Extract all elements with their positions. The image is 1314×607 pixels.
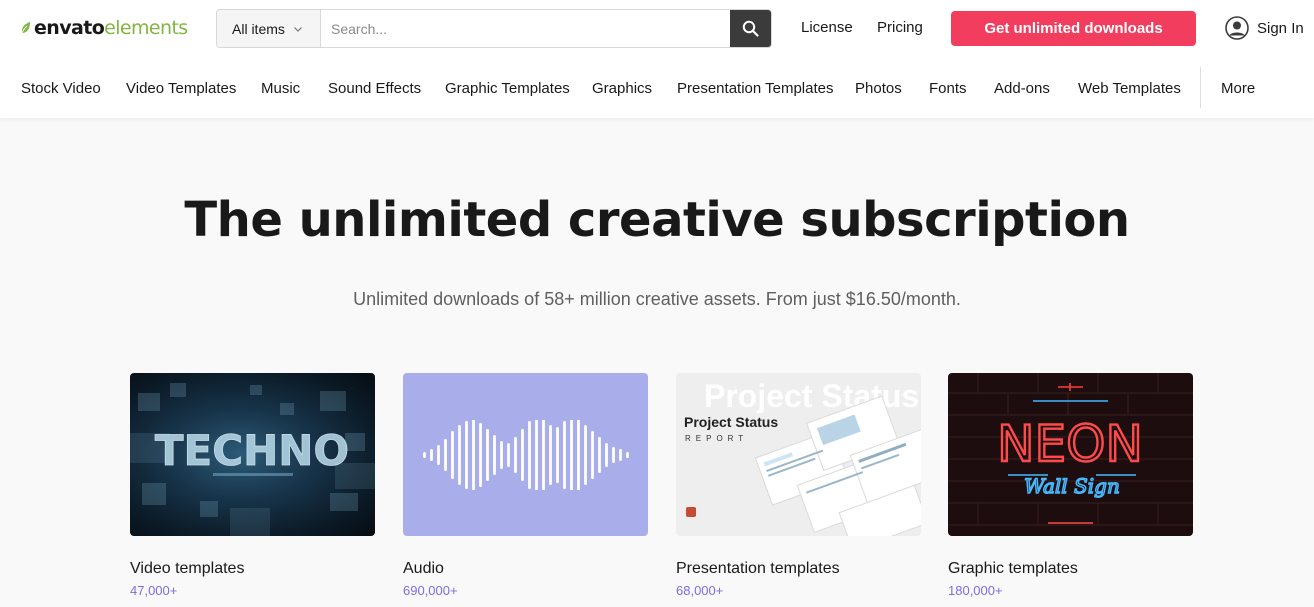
- waveform-bar: [443, 438, 447, 471]
- waveform-bar: [471, 419, 475, 490]
- search-icon: [742, 20, 759, 37]
- waveform-bar: [506, 442, 510, 467]
- logo-text-bold: envato: [34, 17, 105, 39]
- category-card-presentation-templates[interactable]: Project Status Project Status REPORT Pre…: [676, 373, 921, 598]
- waveform-bar: [569, 419, 573, 490]
- waveform-bar: [576, 419, 580, 490]
- video-templates-thumbnail: TECHNO: [130, 373, 375, 536]
- envato-elements-logo[interactable]: envatoelements: [20, 16, 188, 40]
- waveform-bar: [450, 430, 454, 479]
- card-title: Video templates: [130, 560, 245, 577]
- search-bar: All items: [216, 9, 772, 48]
- site-header: envatoelements All items License Pricing…: [0, 0, 1314, 118]
- waveform-bar: [457, 424, 461, 485]
- user-icon: [1225, 16, 1249, 40]
- waveform-bar: [429, 448, 433, 461]
- waveform-bar: [492, 434, 496, 475]
- get-unlimited-downloads-button[interactable]: Get unlimited downloads: [951, 11, 1196, 46]
- hero-subtitle: Unlimited downloads of 58+ million creat…: [353, 289, 961, 309]
- nav-video-templates[interactable]: Video Templates: [126, 80, 236, 98]
- waveform-bar: [555, 426, 559, 483]
- waveform-bar: [604, 442, 608, 467]
- waveform-bar: [527, 420, 531, 489]
- svg-text:REPORT: REPORT: [685, 434, 748, 443]
- card-title: Audio: [403, 560, 444, 577]
- category-card-video-templates[interactable]: TECHNO Video templates 47,000+: [130, 373, 375, 598]
- presentation-templates-thumbnail: Project Status Project Status REPORT: [676, 373, 921, 536]
- waveform-bar: [562, 420, 566, 489]
- card-count: 180,000+: [948, 583, 1003, 598]
- waveform-bar: [625, 451, 629, 458]
- audio-thumbnail: [403, 373, 648, 536]
- nav-more[interactable]: More: [1221, 80, 1255, 98]
- svg-text:Wall Sign: Wall Sign: [1024, 474, 1120, 498]
- waveform-bar: [611, 446, 615, 463]
- card-count: 47,000+: [130, 583, 178, 598]
- graphic-templates-thumbnail: NEON Wall Sign: [948, 373, 1193, 536]
- waveform-icon: [422, 419, 629, 490]
- leaf-icon: [21, 22, 30, 34]
- nav-sound-effects[interactable]: Sound Effects: [328, 80, 421, 98]
- waveform-bar: [513, 436, 517, 473]
- nav-presentation-templates[interactable]: Presentation Templates: [677, 80, 833, 98]
- waveform-bar: [583, 424, 587, 485]
- search-category-dropdown[interactable]: All items: [217, 10, 321, 47]
- waveform-bar: [436, 444, 440, 465]
- nav-photos[interactable]: Photos: [855, 80, 902, 98]
- nav-graphics[interactable]: Graphics: [592, 80, 652, 98]
- waveform-bar: [534, 419, 538, 490]
- waveform-bar: [541, 419, 545, 490]
- waveform-bar: [478, 422, 482, 487]
- card-count: 68,000+: [676, 583, 724, 598]
- pricing-link[interactable]: Pricing: [877, 19, 923, 37]
- hero-title: The unlimited creative subscription: [184, 192, 1130, 248]
- card-title: Graphic templates: [948, 560, 1078, 577]
- search-button[interactable]: [730, 10, 771, 47]
- svg-text:Project Status: Project Status: [684, 414, 778, 430]
- nav-fonts[interactable]: Fonts: [929, 80, 967, 98]
- waveform-bar: [548, 424, 552, 485]
- chevron-down-icon: [293, 26, 302, 32]
- nav-music[interactable]: Music: [261, 80, 300, 98]
- nav-graphic-templates[interactable]: Graphic Templates: [445, 80, 570, 98]
- waveform-bar: [520, 428, 524, 481]
- category-card-graphic-templates[interactable]: NEON Wall Sign Graphic templates 180,000…: [948, 373, 1193, 598]
- waveform-bar: [499, 440, 503, 469]
- waveform-bar: [597, 436, 601, 473]
- sign-in-label: Sign In: [1257, 19, 1304, 37]
- logo-text-light: elements: [104, 17, 188, 39]
- waveform-bar: [485, 428, 489, 481]
- search-input[interactable]: [321, 10, 730, 47]
- search-category-label: All items: [232, 20, 285, 37]
- neon-thumb-text: NEON: [997, 415, 1143, 473]
- card-count: 690,000+: [403, 583, 458, 598]
- nav-stock-video[interactable]: Stock Video: [21, 80, 101, 98]
- waveform-bar: [464, 420, 468, 489]
- category-card-audio[interactable]: Audio 690,000+: [403, 373, 648, 598]
- nav-add-ons[interactable]: Add-ons: [994, 80, 1050, 98]
- waveform-bar: [590, 430, 594, 479]
- nav-web-templates[interactable]: Web Templates: [1078, 80, 1181, 98]
- waveform-bar: [422, 451, 426, 458]
- techno-thumb-text: TECHNO: [155, 426, 349, 475]
- nav-divider: [1200, 67, 1201, 108]
- waveform-bar: [618, 448, 622, 461]
- license-link[interactable]: License: [801, 19, 853, 37]
- card-title: Presentation templates: [676, 560, 840, 577]
- sign-in-link[interactable]: Sign In: [1225, 16, 1304, 40]
